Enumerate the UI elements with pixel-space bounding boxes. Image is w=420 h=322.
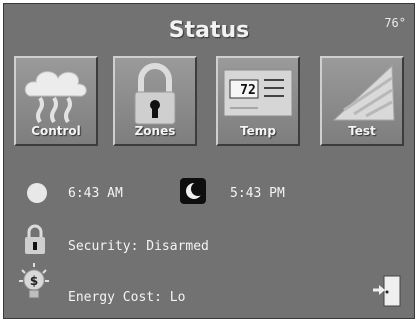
zones-button-label: Zones	[134, 124, 176, 138]
zones-button[interactable]: Zones	[113, 56, 197, 146]
test-button-label: Test	[348, 124, 376, 138]
control-button-label: Control	[31, 124, 81, 138]
lock-icon	[134, 63, 176, 125]
sunrise-time: 6:43 AM	[68, 186, 123, 201]
control-icon	[24, 71, 87, 124]
exit-door-icon[interactable]	[372, 274, 404, 312]
sunset-time: 5:43 PM	[230, 186, 285, 201]
temp-button[interactable]: 72 Temp	[216, 56, 300, 146]
svg-text:$: $	[30, 274, 38, 288]
outdoor-temperature: 76°	[384, 16, 406, 30]
status-screen: Status 76° Control Zones 72 Temp Test 6:…	[3, 3, 415, 319]
page-title: Status	[168, 18, 250, 43]
thermostat-display: 72	[240, 83, 256, 98]
test-icon	[332, 64, 395, 121]
moon-icon	[180, 178, 206, 208]
control-button[interactable]: Control	[14, 56, 98, 146]
test-button[interactable]: Test	[320, 56, 404, 146]
padlock-icon	[22, 222, 48, 260]
temp-button-label: Temp	[240, 124, 276, 138]
energy-cost: Energy Cost: Lo	[68, 290, 186, 305]
security-status: Security: Disarmed	[68, 239, 209, 254]
sun-icon	[26, 182, 48, 208]
lightbulb-icon: $	[18, 262, 50, 306]
